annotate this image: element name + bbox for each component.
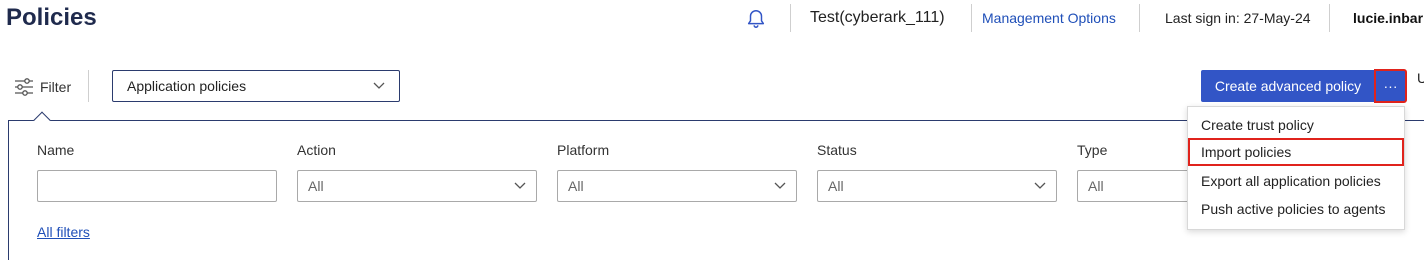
chevron-down-icon [373, 82, 385, 89]
tenant-name: Test(cyberark_111) [810, 9, 945, 26]
truncated-text: U [1417, 70, 1424, 86]
menu-item-import-policies[interactable]: Import policies [1188, 138, 1404, 166]
user-menu[interactable]: lucie.inbar [1353, 10, 1423, 26]
status-filter-label: Status [817, 142, 857, 158]
platform-filter-value: All [568, 178, 584, 194]
status-filter-value: All [828, 178, 844, 194]
action-filter-value: All [308, 178, 324, 194]
policy-view-select[interactable]: Application policies [112, 70, 400, 102]
platform-filter-select[interactable]: All [557, 170, 797, 202]
filter-sliders-icon [15, 78, 33, 96]
last-sign-in: Last sign in: 27-May-24 [1165, 10, 1311, 26]
all-filters-link[interactable]: All filters [37, 224, 90, 240]
name-filter-input[interactable] [37, 170, 277, 202]
notifications-bell-icon[interactable] [745, 8, 767, 30]
name-filter-label: Name [37, 142, 75, 158]
filter-label: Filter [40, 79, 72, 95]
menu-item-push-active-policies[interactable]: Push active policies to agents [1188, 195, 1404, 223]
page-title: Policies [6, 4, 97, 31]
more-options-menu: Create trust policy Import policies Expo… [1187, 106, 1405, 230]
chevron-down-icon [1034, 182, 1046, 189]
policy-view-value: Application policies [127, 78, 247, 94]
platform-filter-label: Platform [557, 142, 610, 158]
action-filter-select[interactable]: All [297, 170, 537, 202]
create-advanced-policy-button[interactable]: Create advanced policy [1201, 70, 1375, 102]
header-divider [1139, 4, 1140, 32]
chevron-down-icon [514, 182, 526, 189]
toolbar-divider [88, 70, 89, 102]
header-divider [971, 4, 972, 32]
menu-item-create-trust-policy[interactable]: Create trust policy [1188, 111, 1404, 139]
more-options-button[interactable]: ··· [1374, 69, 1407, 103]
menu-item-export-all-application-policies[interactable]: Export all application policies [1188, 167, 1404, 195]
status-filter-select[interactable]: All [817, 170, 1057, 202]
header-divider [1329, 4, 1330, 32]
action-filter-label: Action [297, 142, 336, 158]
type-filter-value: All [1088, 178, 1104, 194]
header-divider [790, 4, 791, 32]
chevron-down-icon [774, 182, 786, 189]
management-options-link[interactable]: Management Options [982, 10, 1116, 26]
filter-toggle-button[interactable]: Filter [14, 76, 71, 98]
type-filter-label: Type [1077, 142, 1108, 158]
